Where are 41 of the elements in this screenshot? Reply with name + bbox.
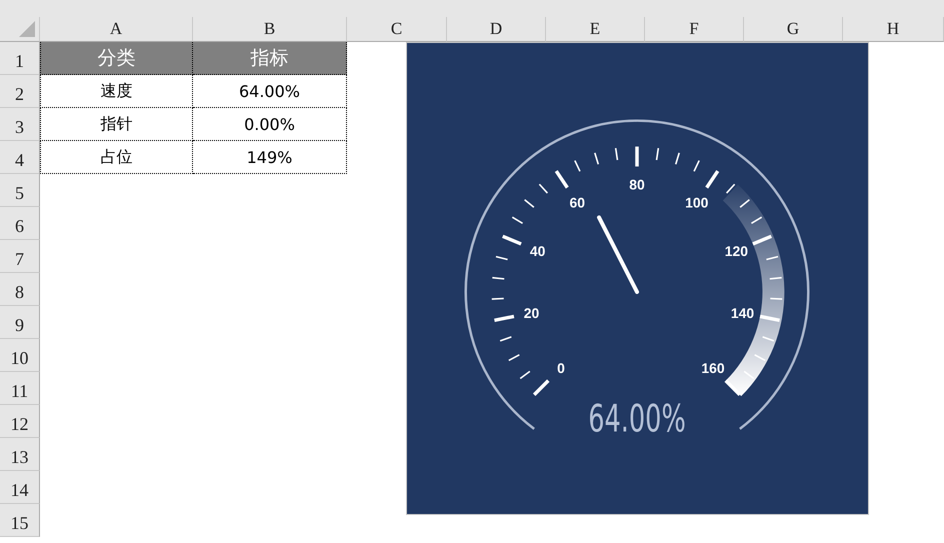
row-header[interactable]: 3 [0,108,40,141]
table-cell: 速度 [40,75,193,108]
row-header[interactable]: 6 [0,207,40,240]
column-header[interactable]: D [447,17,546,42]
column-header[interactable]: G [744,17,843,42]
table-cell: 0.00% [193,108,347,141]
table-cell: 占位 [40,141,193,174]
scale-label: 60 [570,194,585,210]
column-header[interactable]: F [645,17,744,42]
row-header[interactable]: 1 [0,42,40,75]
row-header[interactable]: 9 [0,306,40,339]
column-header[interactable]: H [843,17,944,42]
scale-label: 80 [629,176,645,192]
row-header[interactable]: 7 [0,240,40,273]
scale-label: 140 [730,304,754,321]
row-header[interactable]: 15 [0,504,40,537]
row-header[interactable]: 2 [0,75,40,108]
scale-label: 20 [524,304,540,321]
row-header[interactable]: 13 [0,438,40,471]
table-cell: 指针 [40,108,193,141]
scale-label: 100 [685,194,708,210]
row-header[interactable]: 5 [0,174,40,207]
scale-label: 0 [557,360,565,376]
row-header[interactable]: 8 [0,273,40,306]
header-cell: 指标 [193,42,347,75]
row-header[interactable]: 4 [0,141,40,174]
column-header[interactable]: C [347,17,447,42]
column-header[interactable]: A [40,17,193,42]
header-cell: 分类 [40,42,193,75]
scale-label: 120 [724,242,748,259]
column-header[interactable]: B [193,17,347,42]
column-header[interactable]: E [546,17,645,42]
row-header[interactable]: 10 [0,339,40,372]
table-cell: 64.00% [193,75,347,108]
gauge-reading: 64.00% [588,396,732,440]
table-cell: 149% [193,141,347,174]
row-header[interactable]: 11 [0,372,40,405]
row-header[interactable]: 14 [0,471,40,504]
scale-label: 40 [530,242,546,259]
row-header[interactable]: 12 [0,405,40,438]
scale-label: 160 [701,360,725,376]
